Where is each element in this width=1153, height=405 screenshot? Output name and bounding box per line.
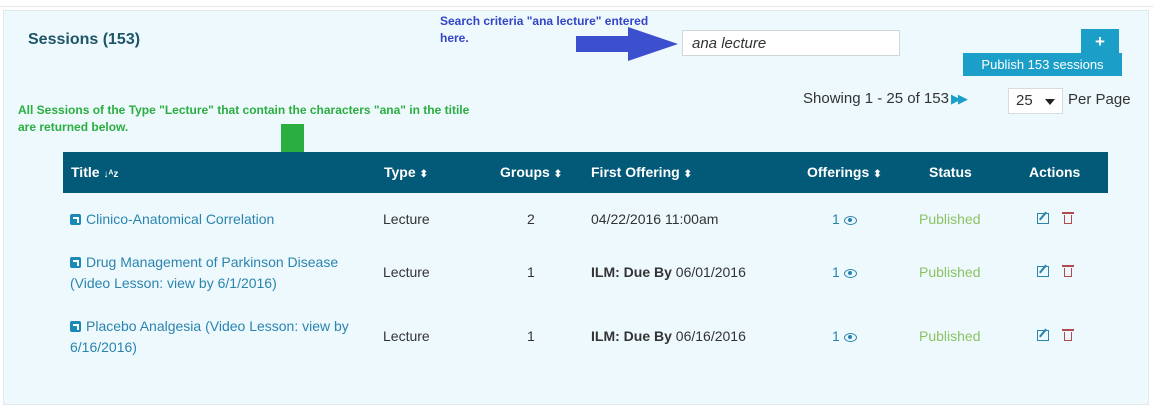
session-type: Lecture [383,264,430,280]
column-type-label: Type [384,164,416,180]
eye-icon [843,216,857,225]
column-title-label: Title [71,164,100,180]
column-offerings-label: Offerings [807,164,870,180]
sort-icon: ⬍ [683,169,693,180]
session-title: Drug Management of Parkinson Disease (Vi… [70,254,339,291]
session-type: Lecture [383,211,430,227]
offerings-link[interactable]: 1 [832,264,857,280]
column-groups[interactable]: Groups ⬍ [500,152,562,193]
session-first-offering: ILM: Due By 06/01/2016 [591,264,746,280]
first-offering-date: 06/01/2016 [675,264,746,280]
pagination-summary: Showing 1 - 25 of 153 ▶▶ [803,90,968,107]
external-link-icon [70,214,81,225]
trash-icon[interactable] [1062,329,1074,341]
status-badge: Published [919,328,981,344]
sort-icon: ⬍ [553,169,563,180]
session-title: Clinico-Anatomical Correlation [86,211,275,227]
first-offering-date: 04/22/2016 11:00am [591,211,719,227]
search-input[interactable] [682,30,900,56]
results-annotation: All Sessions of the Type "Lecture" that … [18,103,470,134]
edit-icon[interactable] [1037,266,1049,277]
column-actions: Actions [1029,164,1081,180]
table-header: Title ↓ᴬᴢ Type ⬍ Groups ⬍ First Offering ⬍ O… [63,152,1108,193]
session-first-offering: 04/22/2016 11:00am [591,211,718,227]
top-border [0,0,1153,7]
column-first-offering-label: First Offering [591,164,680,180]
per-page-value: 25 [1016,92,1033,109]
chevron-down-icon [1045,99,1055,105]
session-first-offering: ILM: Due By 06/16/2016 [591,328,746,344]
external-link-icon [70,257,81,268]
eye-icon [843,333,857,342]
edit-icon[interactable] [1037,330,1049,341]
session-title-link[interactable]: Drug Management of Parkinson Disease (Vi… [70,252,370,294]
session-title-link[interactable]: Clinico-Anatomical Correlation [70,209,370,230]
add-session-button[interactable]: + [1081,29,1119,54]
session-groups: 1 [527,264,535,280]
status-badge: Published [919,264,981,280]
sort-alpha-icon: ↓ᴬᴢ [103,169,119,180]
session-groups: 2 [527,211,535,227]
column-title[interactable]: Title ↓ᴬᴢ [71,152,118,193]
session-groups: 1 [527,328,535,344]
first-offering-prefix: ILM: Due By [591,328,672,344]
annotation-arrow-right [576,27,678,61]
column-first-offering[interactable]: First Offering ⬍ [591,152,692,193]
edit-icon[interactable] [1037,213,1049,224]
per-page-label: Per Page [1068,91,1131,108]
page-title: Sessions (153) [28,31,141,48]
eye-icon [843,269,857,278]
column-offerings[interactable]: Offerings ⬍ [807,152,882,193]
first-offering-prefix: ILM: Due By [591,264,672,280]
sort-icon: ⬍ [873,169,882,180]
session-title: Placebo Analgesia (Video Lesson: view by… [70,318,349,355]
status-badge: Published [919,211,981,227]
external-link-icon [70,321,81,332]
session-type: Lecture [383,328,430,344]
column-groups-label: Groups [500,164,550,180]
column-type[interactable]: Type ⬍ [384,152,428,193]
offerings-count: 1 [832,264,840,280]
first-offering-date: 06/16/2016 [675,328,746,344]
fast-forward-icon[interactable]: ▶▶ [951,91,968,106]
offerings-count: 1 [832,328,840,344]
pagination-text: Showing 1 - 25 of 153 [803,90,949,107]
per-page-select[interactable]: 25 [1008,88,1063,114]
trash-icon[interactable] [1062,212,1074,224]
offerings-link[interactable]: 1 [832,211,857,227]
offerings-link[interactable]: 1 [832,328,857,344]
trash-icon[interactable] [1062,265,1074,277]
publish-sessions-button[interactable]: Publish 153 sessions [963,53,1122,76]
column-status: Status [929,164,972,180]
sort-icon: ⬍ [419,169,429,180]
session-title-link[interactable]: Placebo Analgesia (Video Lesson: view by… [70,316,370,358]
offerings-count: 1 [832,211,840,227]
